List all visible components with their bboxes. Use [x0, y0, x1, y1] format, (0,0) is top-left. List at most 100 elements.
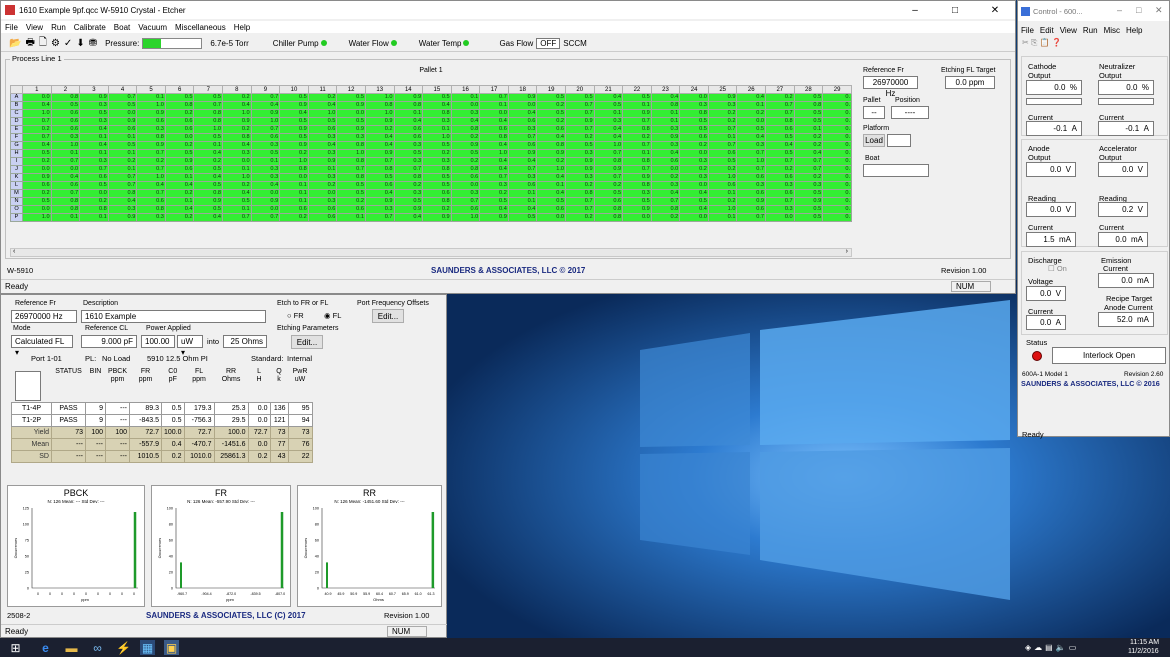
grid-cell[interactable]: 0.7 — [765, 197, 795, 206]
fl-radio[interactable]: ◉ FL — [324, 311, 341, 320]
grid-cell[interactable]: 1.0 — [707, 173, 738, 182]
grid-cell[interactable]: 0.3 — [650, 181, 681, 190]
description-field[interactable]: 1610 Example — [81, 310, 266, 323]
grid-cell[interactable]: 0.8 — [193, 189, 224, 198]
ohms-field[interactable]: 25 Ohms — [223, 335, 267, 348]
grid-cell[interactable]: 0.7 — [736, 165, 767, 174]
grid-cell[interactable]: 0. — [822, 205, 852, 214]
etching-params-edit-button[interactable]: Edit... — [291, 335, 323, 349]
grid-cell[interactable]: 0.7 — [793, 157, 824, 166]
start-windows-icon[interactable]: ⊞ — [8, 640, 23, 655]
grid-row-header[interactable]: C — [10, 109, 23, 118]
grid-row-header[interactable]: K — [10, 173, 23, 182]
menu-calibrate[interactable]: Calibrate — [74, 23, 106, 32]
grid-cell[interactable]: 0.9 — [364, 149, 395, 158]
grid-cell[interactable]: 0.1 — [222, 165, 252, 174]
grid-cell[interactable]: 0.1 — [79, 133, 109, 142]
grid-cell[interactable]: 0.0 — [250, 205, 281, 214]
grid-cell[interactable]: 0.5 — [336, 117, 366, 126]
grid-cell[interactable]: 0.6 — [707, 149, 738, 158]
grid-cell[interactable]: 0.9 — [279, 141, 309, 150]
grid-cell[interactable]: 0.4 — [250, 101, 281, 110]
grid-cell[interactable]: 0.6 — [479, 125, 509, 134]
grid-cell[interactable]: 0.3 — [250, 141, 281, 150]
grid-cell[interactable]: 0.4 — [393, 213, 424, 222]
grid-cell[interactable]: 1.0 — [364, 93, 395, 102]
grid-cell[interactable]: 0.8 — [622, 157, 652, 166]
grid-cell[interactable]: 0.3 — [307, 173, 338, 182]
grid-cell[interactable]: 0.3 — [250, 173, 281, 182]
grid-cell[interactable]: 0.2 — [222, 181, 252, 190]
grid-cell[interactable]: 0.6 — [79, 173, 109, 182]
grid-cell[interactable]: 0.3 — [450, 109, 481, 118]
grid-cell[interactable]: 0.2 — [793, 173, 824, 182]
grid-cell[interactable]: 0.1 — [507, 197, 538, 206]
grid-cell[interactable]: 0.2 — [765, 165, 795, 174]
grid-cell[interactable]: 0. — [822, 157, 852, 166]
grid-cell[interactable]: 0.3 — [364, 205, 395, 214]
grid-cell[interactable]: 0.3 — [793, 181, 824, 190]
grid-cell[interactable]: 0.7 — [136, 149, 166, 158]
grid-cell[interactable]: 0.2 — [422, 205, 452, 214]
grid-cell[interactable]: 0.7 — [50, 157, 81, 166]
grid-col-header[interactable]: 23 — [650, 85, 681, 94]
grid-cell[interactable]: 0.4 — [50, 173, 81, 182]
grid-cell[interactable]: 0.5 — [393, 197, 424, 206]
grid-cell[interactable]: 1.0 — [536, 165, 566, 174]
grid-cell[interactable]: 0.2 — [679, 141, 709, 150]
grid-cell[interactable]: 0.5 — [279, 133, 309, 142]
grid-col-header[interactable]: 28 — [793, 85, 824, 94]
control-maximize-button[interactable]: □ — [1136, 5, 1141, 15]
grid-cell[interactable]: 0.4 — [364, 133, 395, 142]
grid-cell[interactable]: 0.6 — [107, 125, 138, 134]
grid-cell[interactable]: 0.9 — [622, 173, 652, 182]
grid-scrollbar[interactable]: ‹ › — [10, 248, 852, 257]
grid-cell[interactable]: 0.5 — [422, 93, 452, 102]
grid-cell[interactable]: 0.9 — [136, 109, 166, 118]
grid-cell[interactable]: 0.1 — [736, 101, 767, 110]
grid-cell[interactable]: 0.3 — [564, 149, 595, 158]
clock-date[interactable]: 11/2/2016 — [1128, 648, 1159, 655]
grid-cell[interactable]: 0.2 — [564, 133, 595, 142]
grid-cell[interactable]: 0.7 — [564, 125, 595, 134]
grid-cell[interactable]: 0.7 — [364, 213, 395, 222]
grid-col-header[interactable]: 2 — [50, 85, 81, 94]
grid-cell[interactable]: 0.8 — [336, 157, 366, 166]
grid-cell[interactable]: 0.4 — [250, 181, 281, 190]
grid-cell[interactable]: 0.5 — [50, 101, 81, 110]
acc-output-field[interactable]: 0.0 V — [1098, 162, 1148, 177]
grid-cell[interactable]: 0.9 — [279, 101, 309, 110]
grid-col-header[interactable]: 10 — [279, 85, 309, 94]
grid-cell[interactable]: 0.2 — [650, 173, 681, 182]
grid-col-header[interactable]: 17 — [479, 85, 509, 94]
menu-miscellaneous[interactable]: Miscellaneous — [175, 23, 226, 32]
grid-cell[interactable]: 0.0 — [307, 189, 338, 198]
discharge-voltage-field[interactable]: 0.0 V — [1026, 286, 1066, 301]
grid-cell[interactable]: 0.8 — [650, 101, 681, 110]
grid-cell[interactable]: 0. — [822, 109, 852, 118]
grid-cell[interactable]: 0.3 — [393, 189, 424, 198]
grid-cell[interactable]: 0.9 — [250, 197, 281, 206]
grid-cell[interactable]: 0. — [822, 173, 852, 182]
grid-cell[interactable]: 0.4 — [650, 149, 681, 158]
grid-cell[interactable]: 1.0 — [222, 173, 252, 182]
grid-cell[interactable]: 0.5 — [107, 141, 138, 150]
grid-cell[interactable]: 0.7 — [593, 173, 624, 182]
grid-col-header[interactable]: 13 — [364, 85, 395, 94]
grid-cell[interactable]: 0.2 — [279, 149, 309, 158]
grid-cell[interactable]: 0.5 — [507, 213, 538, 222]
grid-cell[interactable]: 0.9 — [107, 117, 138, 126]
grid-cell[interactable]: 0.9 — [450, 141, 481, 150]
grid-cell[interactable]: 0.4 — [593, 93, 624, 102]
grid-row-header[interactable]: I — [10, 157, 23, 166]
grid-row-header[interactable]: N — [10, 197, 23, 206]
grid-cell[interactable]: 0.6 — [50, 125, 81, 134]
grid-cell[interactable]: 0.5 — [679, 117, 709, 126]
grid-cell[interactable]: 0.5 — [736, 125, 767, 134]
grid-cell[interactable]: 0.0 — [622, 213, 652, 222]
grid-cell[interactable]: 0.2 — [393, 181, 424, 190]
grid-cell[interactable]: 0.8 — [536, 141, 566, 150]
grid-cell[interactable]: 0.8 — [679, 109, 709, 118]
grid-cell[interactable]: 0.0 — [679, 181, 709, 190]
grid-row-header[interactable]: B — [10, 101, 23, 110]
